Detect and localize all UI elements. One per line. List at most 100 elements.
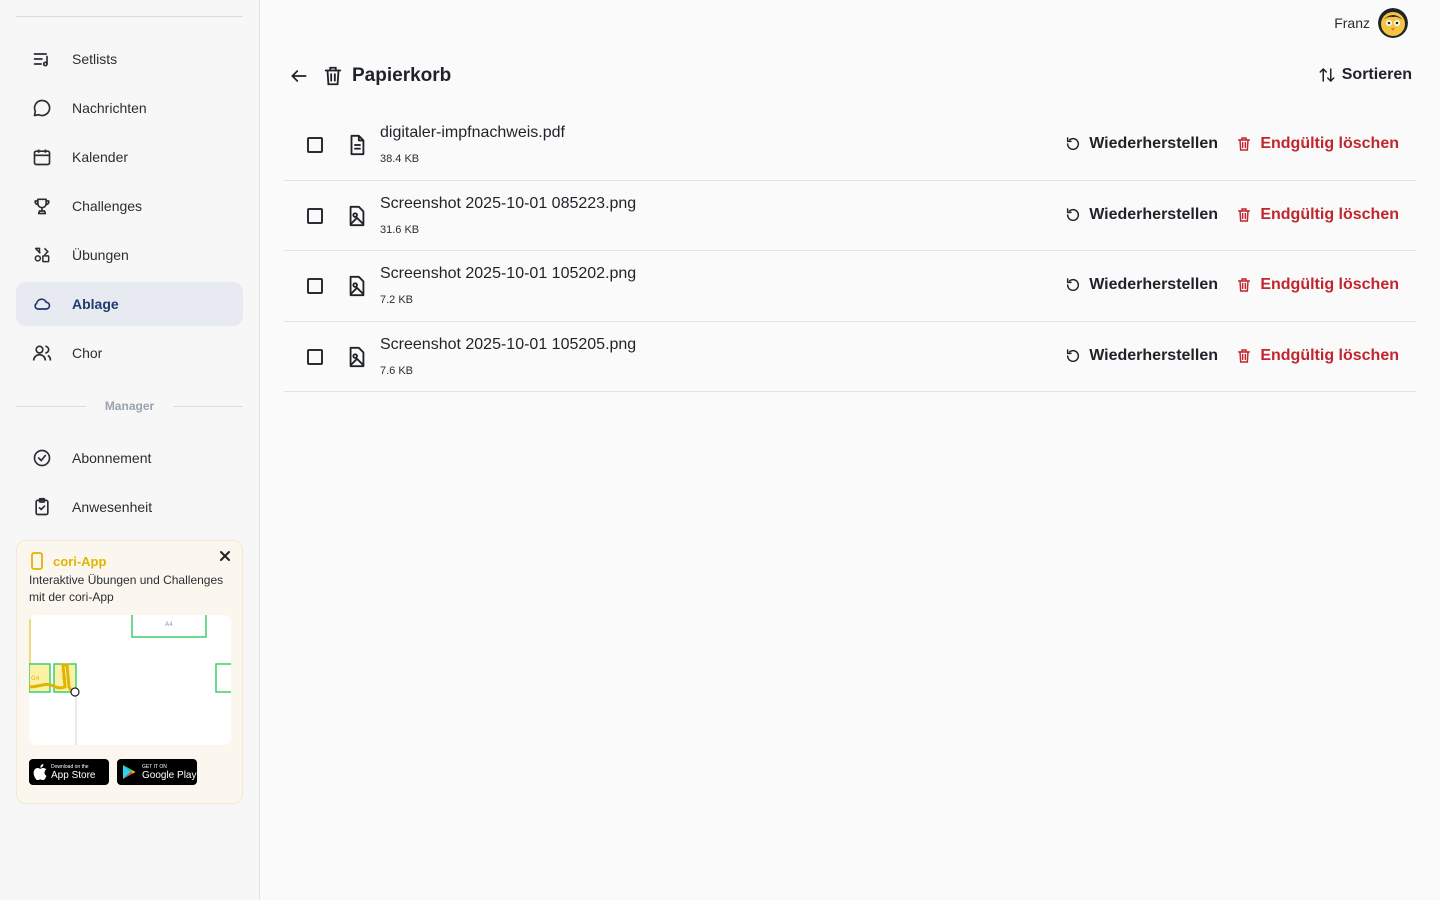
sidebar-item-uebungen[interactable]: Übungen [16, 233, 243, 277]
file-checkbox[interactable] [307, 137, 323, 153]
sort-label: Sortieren [1341, 66, 1412, 83]
message-icon [33, 99, 51, 117]
sidebar-item-ablage[interactable]: Ablage [16, 282, 243, 326]
app-preview-graphic: A4 G4 G4 [29, 615, 231, 745]
delete-permanently-button[interactable]: Endgültig löschen [1236, 276, 1399, 294]
arrow-left-icon[interactable] [289, 66, 309, 86]
trophy-icon [34, 198, 50, 215]
promo-title: cori-App [53, 553, 107, 569]
phone-icon [31, 552, 43, 570]
close-icon[interactable] [218, 549, 232, 563]
app-store-button[interactable]: Download on the App Store [29, 759, 109, 785]
divider-line [173, 406, 243, 407]
user-menu[interactable]: Franz [1334, 8, 1408, 38]
file-name: Screenshot 2025-10-01 105205.png [380, 335, 637, 353]
sidebar-item-label: Abonnement [72, 450, 152, 466]
cloud-icon [34, 298, 51, 310]
image-file-icon [349, 276, 365, 297]
clipboard-check-icon [35, 497, 49, 516]
file-checkbox[interactable] [307, 207, 323, 224]
trash-icon [324, 66, 342, 86]
google-play-button[interactable]: GET IT ON Google Play [117, 759, 197, 785]
delete-label: Endgültig löschen [1260, 205, 1399, 223]
trash-icon [1238, 349, 1251, 363]
appstore-big-text: App Store [51, 769, 96, 781]
file-size: 7.6 KB [380, 364, 414, 377]
apple-icon [33, 764, 47, 780]
sidebar-item-anwesenheit[interactable]: Anwesenheit [16, 485, 243, 529]
restore-button[interactable]: Wiederherstellen [1065, 276, 1218, 294]
check-circle-icon [33, 449, 51, 467]
restore-label: Wiederherstellen [1089, 346, 1218, 364]
file-checkbox[interactable] [307, 278, 323, 295]
sidebar-item-label: Übungen [72, 247, 129, 263]
page-header: Papierkorb Sortieren [284, 60, 1416, 94]
file-row: digitaler-impfnachweis.pdf 38.4 KB Wiede… [284, 110, 1416, 181]
users-icon [32, 345, 52, 361]
restore-icon [1067, 207, 1080, 221]
delete-label: Endgültig löschen [1260, 346, 1399, 364]
delete-permanently-button[interactable]: Endgültig löschen [1236, 347, 1399, 365]
trash-file-list: digitaler-impfnachweis.pdf 38.4 KB Wiede… [284, 110, 1416, 393]
restore-button[interactable]: Wiederherstellen [1065, 347, 1218, 365]
sidebar-item-kalender[interactable]: Kalender [16, 135, 243, 179]
setlist-icon [33, 53, 48, 67]
file-checkbox[interactable] [307, 348, 323, 365]
calendar-icon [33, 149, 51, 166]
googleplay-big-text: Google Play [142, 769, 197, 781]
file-name: digitaler-impfnachweis.pdf [380, 124, 565, 141]
user-name: Franz [1334, 15, 1370, 31]
sidebar-item-label: Ablage [72, 296, 119, 312]
page-title: Papierkorb [352, 65, 452, 86]
restore-label: Wiederherstellen [1089, 276, 1218, 294]
sidebar-item-label: Anwesenheit [72, 499, 153, 515]
restore-label: Wiederherstellen [1089, 205, 1218, 223]
restore-button[interactable]: Wiederherstellen [1065, 206, 1218, 224]
app-promo-card: cori-App Interaktive Übungen und Challen… [16, 540, 243, 804]
restore-button[interactable]: Wiederherstellen [1065, 135, 1218, 153]
sidebar-item-abonnement[interactable]: Abonnement [16, 436, 243, 480]
sort-arrows-icon [1319, 68, 1335, 82]
sidebar-item-nachrichten[interactable]: Nachrichten [16, 86, 243, 130]
sidebar-item-setlists[interactable]: Setlists [16, 37, 243, 81]
file-row: Screenshot 2025-10-01 105205.png 7.6 KB … [284, 322, 1416, 393]
sidebar-item-label: Chor [72, 345, 103, 361]
restore-label: Wiederherstellen [1089, 135, 1218, 152]
sidebar-item-challenges[interactable]: Challenges [16, 184, 243, 228]
trash-icon [1238, 207, 1251, 222]
file-size: 7.2 KB [380, 294, 414, 307]
svg-text:G4: G4 [31, 675, 40, 682]
appstore-small-text: Download on the [51, 763, 89, 770]
svg-text:A4: A4 [165, 621, 173, 628]
promo-preview-image: A4 G4 G4 [29, 615, 231, 745]
sort-button[interactable]: Sortieren [1318, 66, 1412, 84]
sidebar-item-label: Setlists [72, 51, 118, 67]
google-play-icon [123, 765, 136, 779]
sidebar-item-chor[interactable]: Chor [16, 331, 243, 375]
delete-label: Endgültig löschen [1260, 135, 1399, 152]
delete-label: Endgültig löschen [1260, 276, 1399, 294]
image-file-icon [349, 205, 365, 226]
file-size: 31.6 KB [380, 223, 420, 236]
sidebar: Setlists Nachrichten Kalender Challenges… [0, 0, 260, 900]
restore-icon [1067, 137, 1080, 150]
promo-description: Interaktive Übungen und Challenges mit d… [29, 573, 224, 604]
sidebar-divider [16, 16, 243, 17]
avatar [1378, 8, 1408, 38]
file-row: Screenshot 2025-10-01 105202.png 7.2 KB … [284, 251, 1416, 322]
file-row: Screenshot 2025-10-01 085223.png 31.6 KB… [284, 181, 1416, 252]
file-name: Screenshot 2025-10-01 085223.png [380, 194, 637, 212]
trash-icon [1238, 278, 1251, 292]
file-size: 38.4 KB [380, 153, 420, 165]
sidebar-item-label: Nachrichten [72, 100, 147, 116]
delete-permanently-button[interactable]: Endgültig löschen [1236, 135, 1399, 153]
delete-permanently-button[interactable]: Endgültig löschen [1236, 206, 1399, 224]
sidebar-item-label: Kalender [72, 149, 129, 165]
sidebar-item-label: Challenges [72, 198, 143, 214]
restore-icon [1067, 278, 1080, 292]
restore-icon [1067, 349, 1080, 362]
promo-title-row: cori-App [29, 551, 106, 571]
exercise-icon [34, 247, 50, 263]
trash-icon [1238, 137, 1251, 151]
document-icon [350, 134, 365, 156]
